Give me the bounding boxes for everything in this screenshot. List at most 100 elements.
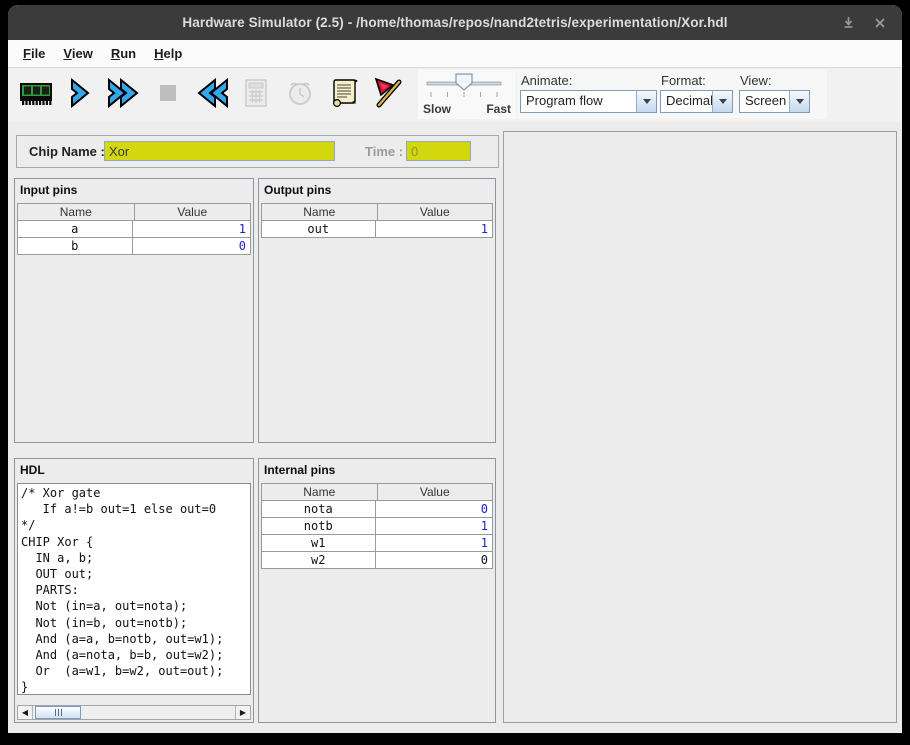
scroll-right-button[interactable]: ▶ xyxy=(235,706,250,719)
menu-run[interactable]: Run xyxy=(102,42,145,65)
chevron-down-icon xyxy=(719,99,727,108)
view-dropdown-button[interactable] xyxy=(789,91,809,112)
speed-slider[interactable] xyxy=(418,70,514,100)
pin-name: nota xyxy=(262,501,375,517)
pin-value[interactable]: 1 xyxy=(375,221,493,237)
toolbar-buttons xyxy=(14,71,410,115)
time-value: 0 xyxy=(411,144,418,159)
animate-group: Animate: Program flow xyxy=(520,73,657,113)
output-pins-table: Name Value out1 xyxy=(261,203,493,238)
pin-value[interactable]: 0 xyxy=(375,501,493,517)
pin-name: b xyxy=(18,238,132,254)
pin-name: notb xyxy=(262,518,375,534)
pin-value[interactable]: 1 xyxy=(132,221,251,237)
single-step-button[interactable] xyxy=(58,71,102,115)
pin-row-b: b0 xyxy=(17,238,251,255)
hdl-code-area: /* Xor gate If a!=b out=1 else out=0 */ … xyxy=(17,483,251,695)
column-header-name: Name xyxy=(18,204,134,220)
column-header-value: Value xyxy=(377,484,493,500)
scrollbar-thumb[interactable] xyxy=(35,706,81,719)
menu-view[interactable]: View xyxy=(54,42,101,65)
menu-bar: File View Run Help xyxy=(8,40,902,68)
speed-slider-thumb[interactable] xyxy=(456,74,472,90)
view-value: Screen xyxy=(740,91,789,112)
flag-icon xyxy=(369,74,407,112)
format-label: Format: xyxy=(661,73,733,88)
hdl-title: HDL xyxy=(15,459,253,481)
pin-name: w2 xyxy=(262,552,375,568)
view-label: View: xyxy=(740,73,810,88)
menu-file[interactable]: File xyxy=(14,42,54,65)
hdl-code: /* Xor gate If a!=b out=1 else out=0 */ … xyxy=(18,484,250,695)
close-icon xyxy=(874,17,886,29)
fast-forward-icon xyxy=(104,74,144,112)
pin-row-notb: notb1 xyxy=(261,518,493,535)
view-group: View: Screen xyxy=(739,73,810,113)
pin-row-a: a1 xyxy=(17,221,251,238)
fast-label: Fast xyxy=(486,102,511,116)
view-select[interactable]: Screen xyxy=(739,90,810,113)
internal-pins-table: Name Value nota0notb1w11w20 xyxy=(261,483,493,569)
run-button[interactable] xyxy=(102,71,146,115)
minimize-button[interactable] xyxy=(840,15,856,31)
chip-name-value: Xor xyxy=(109,144,129,159)
pin-row-w2: w20 xyxy=(261,552,493,569)
dropdown-panel: Animate: Program flow Format: Decimal Vi… xyxy=(517,70,827,119)
stop-icon xyxy=(149,74,187,112)
load-chip-button[interactable] xyxy=(14,71,58,115)
close-button[interactable] xyxy=(872,15,888,31)
title-bar: Hardware Simulator (2.5) - /home/thomas/… xyxy=(8,5,902,40)
format-value: Decimal xyxy=(661,91,712,112)
pin-name: w1 xyxy=(262,535,375,551)
pin-value[interactable]: 0 xyxy=(375,552,493,568)
output-pins-title: Output pins xyxy=(259,179,495,201)
hdl-panel: HDL /* Xor gate If a!=b out=1 else out=0… xyxy=(14,458,254,723)
chip-name-field: Xor xyxy=(104,141,335,161)
pin-row-out: out1 xyxy=(261,221,493,238)
toolbar: Slow Fast Animate: Program flow Format: … xyxy=(8,68,902,123)
format-group: Format: Decimal xyxy=(660,73,733,113)
menu-help[interactable]: Help xyxy=(145,42,191,65)
calculator-button xyxy=(234,71,278,115)
pin-value[interactable]: 1 xyxy=(375,535,493,551)
window-title: Hardware Simulator (2.5) - /home/thomas/… xyxy=(182,15,727,30)
scrollbar-track[interactable] xyxy=(33,706,235,719)
clock-button xyxy=(278,71,322,115)
hdl-horizontal-scrollbar[interactable]: ◀ ▶ xyxy=(17,705,251,720)
output-pins-panel: Output pins Name Value out1 xyxy=(258,178,496,443)
scroll-left-button[interactable]: ◀ xyxy=(18,706,33,719)
rewind-icon xyxy=(192,74,232,112)
input-pins-panel: Input pins Name Value a1b0 xyxy=(14,178,254,443)
format-select[interactable]: Decimal xyxy=(660,90,733,113)
column-header-value: Value xyxy=(377,204,493,220)
calculator-icon xyxy=(237,74,275,112)
animate-dropdown-button[interactable] xyxy=(636,91,656,112)
chevron-down-icon xyxy=(796,99,804,108)
animate-select[interactable]: Program flow xyxy=(520,90,657,113)
chip-view-panel xyxy=(503,131,897,723)
speed-slider-labels: Slow Fast xyxy=(418,102,516,116)
single-step-icon xyxy=(61,74,99,112)
table-header: Name Value xyxy=(17,203,251,221)
pin-value[interactable]: 1 xyxy=(375,518,493,534)
chip-name-label: Chip Name : xyxy=(29,136,105,167)
pin-name: out xyxy=(262,221,375,237)
internal-pins-title: Internal pins xyxy=(259,459,495,481)
column-header-value: Value xyxy=(134,204,251,220)
window-controls xyxy=(840,5,888,40)
chip-name-bar: Chip Name : Xor Time : 0 xyxy=(16,135,499,168)
breakpoints-button[interactable] xyxy=(366,71,410,115)
internal-pins-panel: Internal pins Name Value nota0notb1w11w2… xyxy=(258,458,496,723)
format-dropdown-button[interactable] xyxy=(712,91,732,112)
pin-value[interactable]: 0 xyxy=(132,238,251,254)
input-pins-table: Name Value a1b0 xyxy=(17,203,251,255)
minimize-icon xyxy=(842,16,855,29)
reset-button[interactable] xyxy=(190,71,234,115)
column-header-name: Name xyxy=(262,204,377,220)
slow-label: Slow xyxy=(423,102,451,116)
app-window: Hardware Simulator (2.5) - /home/thomas/… xyxy=(8,5,902,733)
table-header: Name Value xyxy=(261,483,493,501)
memory-chip-icon xyxy=(16,74,56,112)
view-script-button[interactable] xyxy=(322,71,366,115)
pin-name: a xyxy=(18,221,132,237)
